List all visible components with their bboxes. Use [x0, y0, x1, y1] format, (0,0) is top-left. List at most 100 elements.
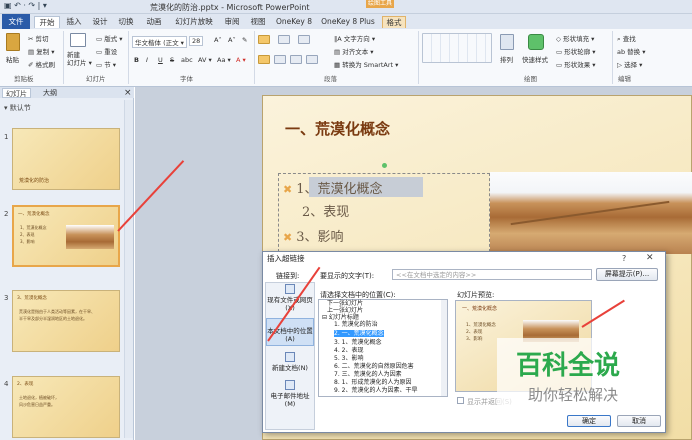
clear-format-button[interactable]: ✎ [242, 36, 247, 44]
italic-button[interactable]: I [146, 56, 148, 64]
align-left-icon[interactable] [258, 55, 270, 64]
tree-item[interactable]: 3. 1、荒漠化概念 [334, 339, 381, 346]
link-option-email[interactable]: 电子邮件地址(M) [266, 392, 314, 408]
indent-icon[interactable] [298, 35, 310, 44]
font-name-select[interactable]: 华文楷体 (正文 ▾ [132, 36, 187, 48]
tab-design[interactable]: 设计 [90, 16, 110, 28]
tree-item[interactable]: 1. 荒漠化的防治 [334, 321, 378, 328]
justify-icon[interactable] [306, 55, 318, 64]
tab-review[interactable]: 审阅 [222, 16, 242, 28]
align-text-button[interactable]: ▤ 对齐文本 ▾ [334, 46, 374, 56]
bullets-icon[interactable] [258, 35, 270, 44]
desert-image[interactable] [490, 172, 692, 254]
strikethrough-button[interactable]: S [170, 56, 174, 64]
link-option-new-document[interactable]: 新建文档(N) [266, 364, 314, 372]
tab-format[interactable]: 格式 [382, 16, 406, 28]
quick-access-toolbar[interactable]: ▣ ↶ · ↷ | ▾ [4, 1, 47, 10]
thumbnail-line: 半干旱及部分半湿润地区的土地退化。 [19, 316, 87, 321]
font-color-button[interactable]: A ▾ [236, 56, 246, 64]
char-spacing-button[interactable]: AV ▾ [198, 56, 212, 64]
tab-onekey8-plus[interactable]: OneKey 8 Plus [320, 16, 376, 28]
help-button[interactable]: ? [622, 254, 626, 263]
tab-onekey8[interactable]: OneKey 8 [274, 16, 314, 28]
paste-icon[interactable] [6, 33, 20, 51]
slide-thumbnail-2[interactable]: 一、荒漠化概念 1、荒漠化概念 2、表现 3、影响 [12, 205, 120, 267]
shapes-gallery[interactable] [422, 33, 492, 63]
tab-slides[interactable]: 幻灯片 [2, 88, 31, 98]
watermark-title: 百科全说 [516, 351, 621, 381]
arrange-icon[interactable] [500, 34, 514, 50]
convert-smartart-button[interactable]: ▦ 转换为 SmartArt ▾ [334, 59, 398, 69]
rotate-handle[interactable] [382, 163, 387, 168]
arrange-button[interactable]: 排列 [500, 54, 513, 64]
quick-styles-button[interactable]: 快速样式 [522, 54, 548, 64]
tree-item-selected[interactable]: 2. 一、荒漠化概念 [334, 330, 384, 337]
new-slide-icon[interactable] [70, 33, 86, 47]
align-center-icon[interactable] [274, 55, 286, 64]
tab-insert[interactable]: 插入 [64, 16, 84, 28]
section-button[interactable]: ▭ 节 ▾ [96, 59, 116, 69]
bullet-item-3[interactable]: ✖ 3、影响 [283, 226, 344, 245]
scrollbar[interactable] [124, 100, 133, 438]
tree-item[interactable]: 8. 1、形成荒漠化的人为原因 [334, 379, 411, 386]
scrollbar[interactable] [441, 300, 447, 396]
paste-button[interactable]: 粘贴 [6, 54, 19, 64]
tree-item[interactable]: 9. 2、荒漠化的人为因素、干旱 [334, 387, 417, 394]
tree-item[interactable]: 5. 3、影响 [334, 355, 363, 362]
tab-file[interactable]: 文件 [2, 14, 30, 29]
format-painter-button[interactable]: ✐ 格式刷 [28, 59, 55, 69]
tree-item[interactable]: ⊟ 幻灯片标题 [322, 314, 359, 321]
ribbon-separator [612, 31, 613, 84]
tab-animations[interactable]: 动画 [142, 16, 166, 28]
tab-view[interactable]: 视图 [248, 16, 268, 28]
tab-slideshow[interactable]: 幻灯片放映 [172, 16, 216, 28]
replace-button[interactable]: ab 替换 ▾ [617, 46, 646, 56]
grow-font-button[interactable]: A˄ [214, 36, 222, 44]
tree-item[interactable]: 7. 三、荒漠化的人为因素 [334, 371, 402, 378]
numbering-icon[interactable] [278, 35, 290, 44]
underline-button[interactable]: U [158, 56, 163, 64]
shrink-font-button[interactable]: A˅ [228, 36, 236, 44]
quick-styles-icon[interactable] [528, 34, 544, 50]
screen-tip-button[interactable]: 屏幕提示(P)... [596, 268, 658, 281]
thumbnail-title: 一、荒漠化概念 [18, 212, 50, 217]
shape-outline-button[interactable]: ▭ 形状轮廓 ▾ [556, 46, 596, 56]
tree-item[interactable]: 下一张幻灯片 [327, 300, 363, 307]
tab-transitions[interactable]: 切换 [116, 16, 136, 28]
tree-item[interactable]: 6. 二、荒漠化的自然原因危害 [334, 363, 414, 370]
select-button[interactable]: ▷ 选择 ▾ [617, 59, 642, 69]
bullet-item-1[interactable]: ✖ 1、荒漠化概念 [283, 178, 383, 197]
tree-item[interactable]: 4. 2、表现 [334, 347, 363, 354]
ok-button[interactable]: 确定 [567, 415, 611, 427]
clipboard-group-label: 剪贴板 [14, 75, 34, 83]
copy-button[interactable]: ▤ 复制 ▾ [28, 46, 55, 56]
cut-button[interactable]: ✂ 剪切 [28, 33, 49, 43]
layout-button[interactable]: ▭ 版式 ▾ [96, 33, 123, 43]
tab-outline[interactable]: 大纲 [40, 88, 60, 98]
tab-home[interactable]: 开始 [34, 16, 60, 28]
bold-button[interactable]: B [134, 56, 139, 64]
font-size-select[interactable]: 28 [189, 36, 204, 46]
find-button[interactable]: ⌕ 查找 [617, 33, 636, 44]
new-slide-button[interactable]: 新建 幻灯片 ▾ [67, 51, 92, 67]
reset-button[interactable]: ▭ 重设 [96, 46, 117, 56]
shape-effects-button[interactable]: ▭ 形状效果 ▾ [556, 59, 596, 69]
cancel-button[interactable]: 取消 [617, 415, 661, 427]
tree-item[interactable]: 上一张幻灯片 [327, 307, 363, 314]
shadow-button[interactable]: abc [181, 56, 193, 64]
slide-thumbnail-3[interactable]: 3、荒漠化概念 荒漠化是指由于人类活动等因素，在干旱、 半干旱及部分半湿润地区的… [12, 290, 120, 352]
ribbon-separator [128, 31, 129, 84]
align-right-icon[interactable] [290, 55, 302, 64]
display-text-input[interactable]: <<在文档中选定的内容>> [392, 269, 592, 280]
slide-title[interactable]: 一、荒漠化概念 [285, 118, 390, 139]
shape-fill-button[interactable]: ◇ 形状填充 ▾ [556, 33, 594, 43]
close-pane-button[interactable]: × [121, 88, 135, 98]
slide-thumbnail-1[interactable]: 荒漠化的防治 [12, 128, 120, 190]
close-button[interactable]: ✕ [646, 253, 654, 263]
show-and-return-checkbox[interactable] [457, 397, 464, 404]
change-case-button[interactable]: Aa ▾ [217, 56, 231, 64]
bullet-item-2[interactable]: 2、表现 [298, 201, 349, 220]
slide-thumbnail-4[interactable]: 2、表现 土地退化，植被破坏， 风沙危害日益严重。 [12, 376, 120, 438]
section-header[interactable]: ▾ 默认节 [4, 103, 31, 113]
text-direction-button[interactable]: ‖A 文字方向 ▾ [334, 33, 375, 43]
